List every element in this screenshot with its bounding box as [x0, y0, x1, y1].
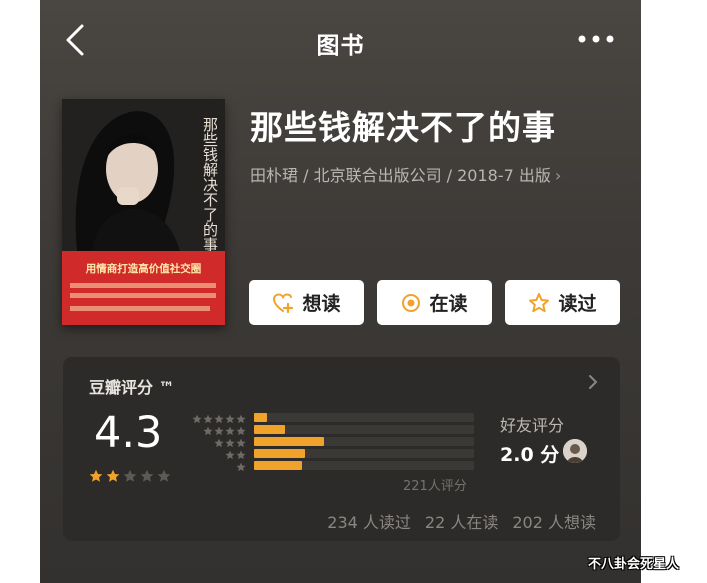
- mini-star-icon: [225, 414, 235, 424]
- star-outline-icon: [529, 292, 550, 312]
- distribution-bar-track: [254, 413, 474, 422]
- rating-count: 221人评分: [403, 479, 467, 494]
- book-cover[interactable]: 那些钱解决不了的事 用情商打造高价值社交圈: [62, 99, 225, 325]
- want-to-read-button[interactable]: 想读: [249, 280, 364, 325]
- cover-red-band: 用情商打造高价值社交圈: [62, 251, 225, 325]
- book-title: 那些钱解决不了的事: [250, 108, 556, 147]
- rating-title: 豆瓣评分 ™: [89, 378, 175, 397]
- add-heart-icon: [273, 292, 294, 313]
- mini-star-icon: [225, 438, 235, 448]
- mini-star-icon: [236, 426, 246, 436]
- want-count[interactable]: 202 人想读: [512, 513, 596, 532]
- mini-star-icon: [236, 462, 246, 472]
- book-meta-text: 田朴珺 / 北京联合出版公司 / 2018-7 出版: [250, 166, 551, 185]
- book-detail-screen: 图书 那些钱解决不了的事 用情商打造高价值社交圈 那些钱解决不了的事 田朴珺 /…: [40, 0, 641, 583]
- mini-star-icon: [203, 414, 213, 424]
- distribution-bar-2-star: [254, 449, 305, 458]
- friends-rating-label: 好友评分: [500, 416, 565, 435]
- distribution-star-row: [191, 449, 246, 461]
- distribution-bar-5-star: [254, 413, 268, 422]
- cover-title: 那些钱解决不了的事: [201, 117, 219, 252]
- page-title: 图书: [316, 33, 365, 59]
- friend-avatar[interactable]: [563, 439, 587, 463]
- distribution-bar-track: [254, 425, 474, 434]
- more-dots-icon[interactable]: [576, 31, 616, 47]
- rating-score: 4.3: [94, 408, 163, 458]
- friends-rating-score: 2.0 分: [500, 444, 560, 466]
- star-empty-icon: [157, 469, 171, 482]
- have-read-label: 读过: [558, 293, 597, 315]
- cover-fine-print: [70, 293, 216, 298]
- want-to-read-label: 想读: [302, 293, 341, 315]
- distribution-star-labels: [191, 413, 246, 473]
- distribution-bar-track: [254, 461, 474, 470]
- mini-star-icon: [203, 426, 213, 436]
- distribution-bar-track: [254, 437, 474, 446]
- score-stars: [89, 469, 174, 483]
- rating-card[interactable]: 豆瓣评分 ™ 4.3 221人评分 好友评分 2.0 分 234 人读过 22 人…: [63, 357, 620, 541]
- reader-counts: 234 人读过 22 人在读 202 人想读: [63, 509, 596, 533]
- distribution-bar-track: [254, 449, 474, 458]
- nav-bar: 图书: [40, 0, 641, 80]
- mini-star-icon: [236, 450, 246, 460]
- distribution-bar-1-star: [254, 461, 303, 470]
- mini-star-icon: [236, 438, 246, 448]
- avatar-image: [563, 439, 587, 463]
- read-count[interactable]: 234 人读过: [327, 513, 411, 532]
- reading-button[interactable]: 在读: [377, 280, 492, 325]
- mini-star-icon: [214, 438, 224, 448]
- distribution-star-row: [191, 437, 246, 449]
- meta-chevron-icon: ›: [554, 166, 562, 185]
- distribution-star-row: [191, 413, 246, 425]
- target-circle-icon: [402, 293, 421, 312]
- reading-label: 在读: [429, 293, 468, 315]
- watermark-text: 不八卦会死星人: [588, 557, 680, 572]
- cover-fine-print: [70, 283, 216, 288]
- star-filled-icon: [106, 469, 120, 482]
- cover-slogan: 用情商打造高价值社交圈: [85, 263, 202, 275]
- reading-count[interactable]: 22 人在读: [425, 513, 498, 532]
- book-meta[interactable]: 田朴珺 / 北京联合出版公司 / 2018-7 出版 ›: [250, 162, 561, 186]
- rating-distribution: [254, 413, 474, 473]
- distribution-star-row: [191, 461, 246, 473]
- mini-star-icon: [192, 414, 202, 424]
- mini-star-icon: [214, 426, 224, 436]
- have-read-button[interactable]: 读过: [505, 280, 620, 325]
- mini-star-icon: [236, 414, 246, 424]
- star-filled-icon: [89, 469, 103, 482]
- star-empty-icon: [140, 469, 154, 482]
- star-empty-icon: [123, 469, 137, 482]
- distribution-star-row: [191, 425, 246, 437]
- distribution-bar-3-star: [254, 437, 325, 446]
- chevron-right-icon[interactable]: [587, 373, 599, 391]
- cover-fine-print: [70, 306, 210, 311]
- mini-star-icon: [225, 426, 235, 436]
- distribution-bar-4-star: [254, 425, 285, 434]
- mini-star-icon: [225, 450, 235, 460]
- mini-star-icon: [214, 414, 224, 424]
